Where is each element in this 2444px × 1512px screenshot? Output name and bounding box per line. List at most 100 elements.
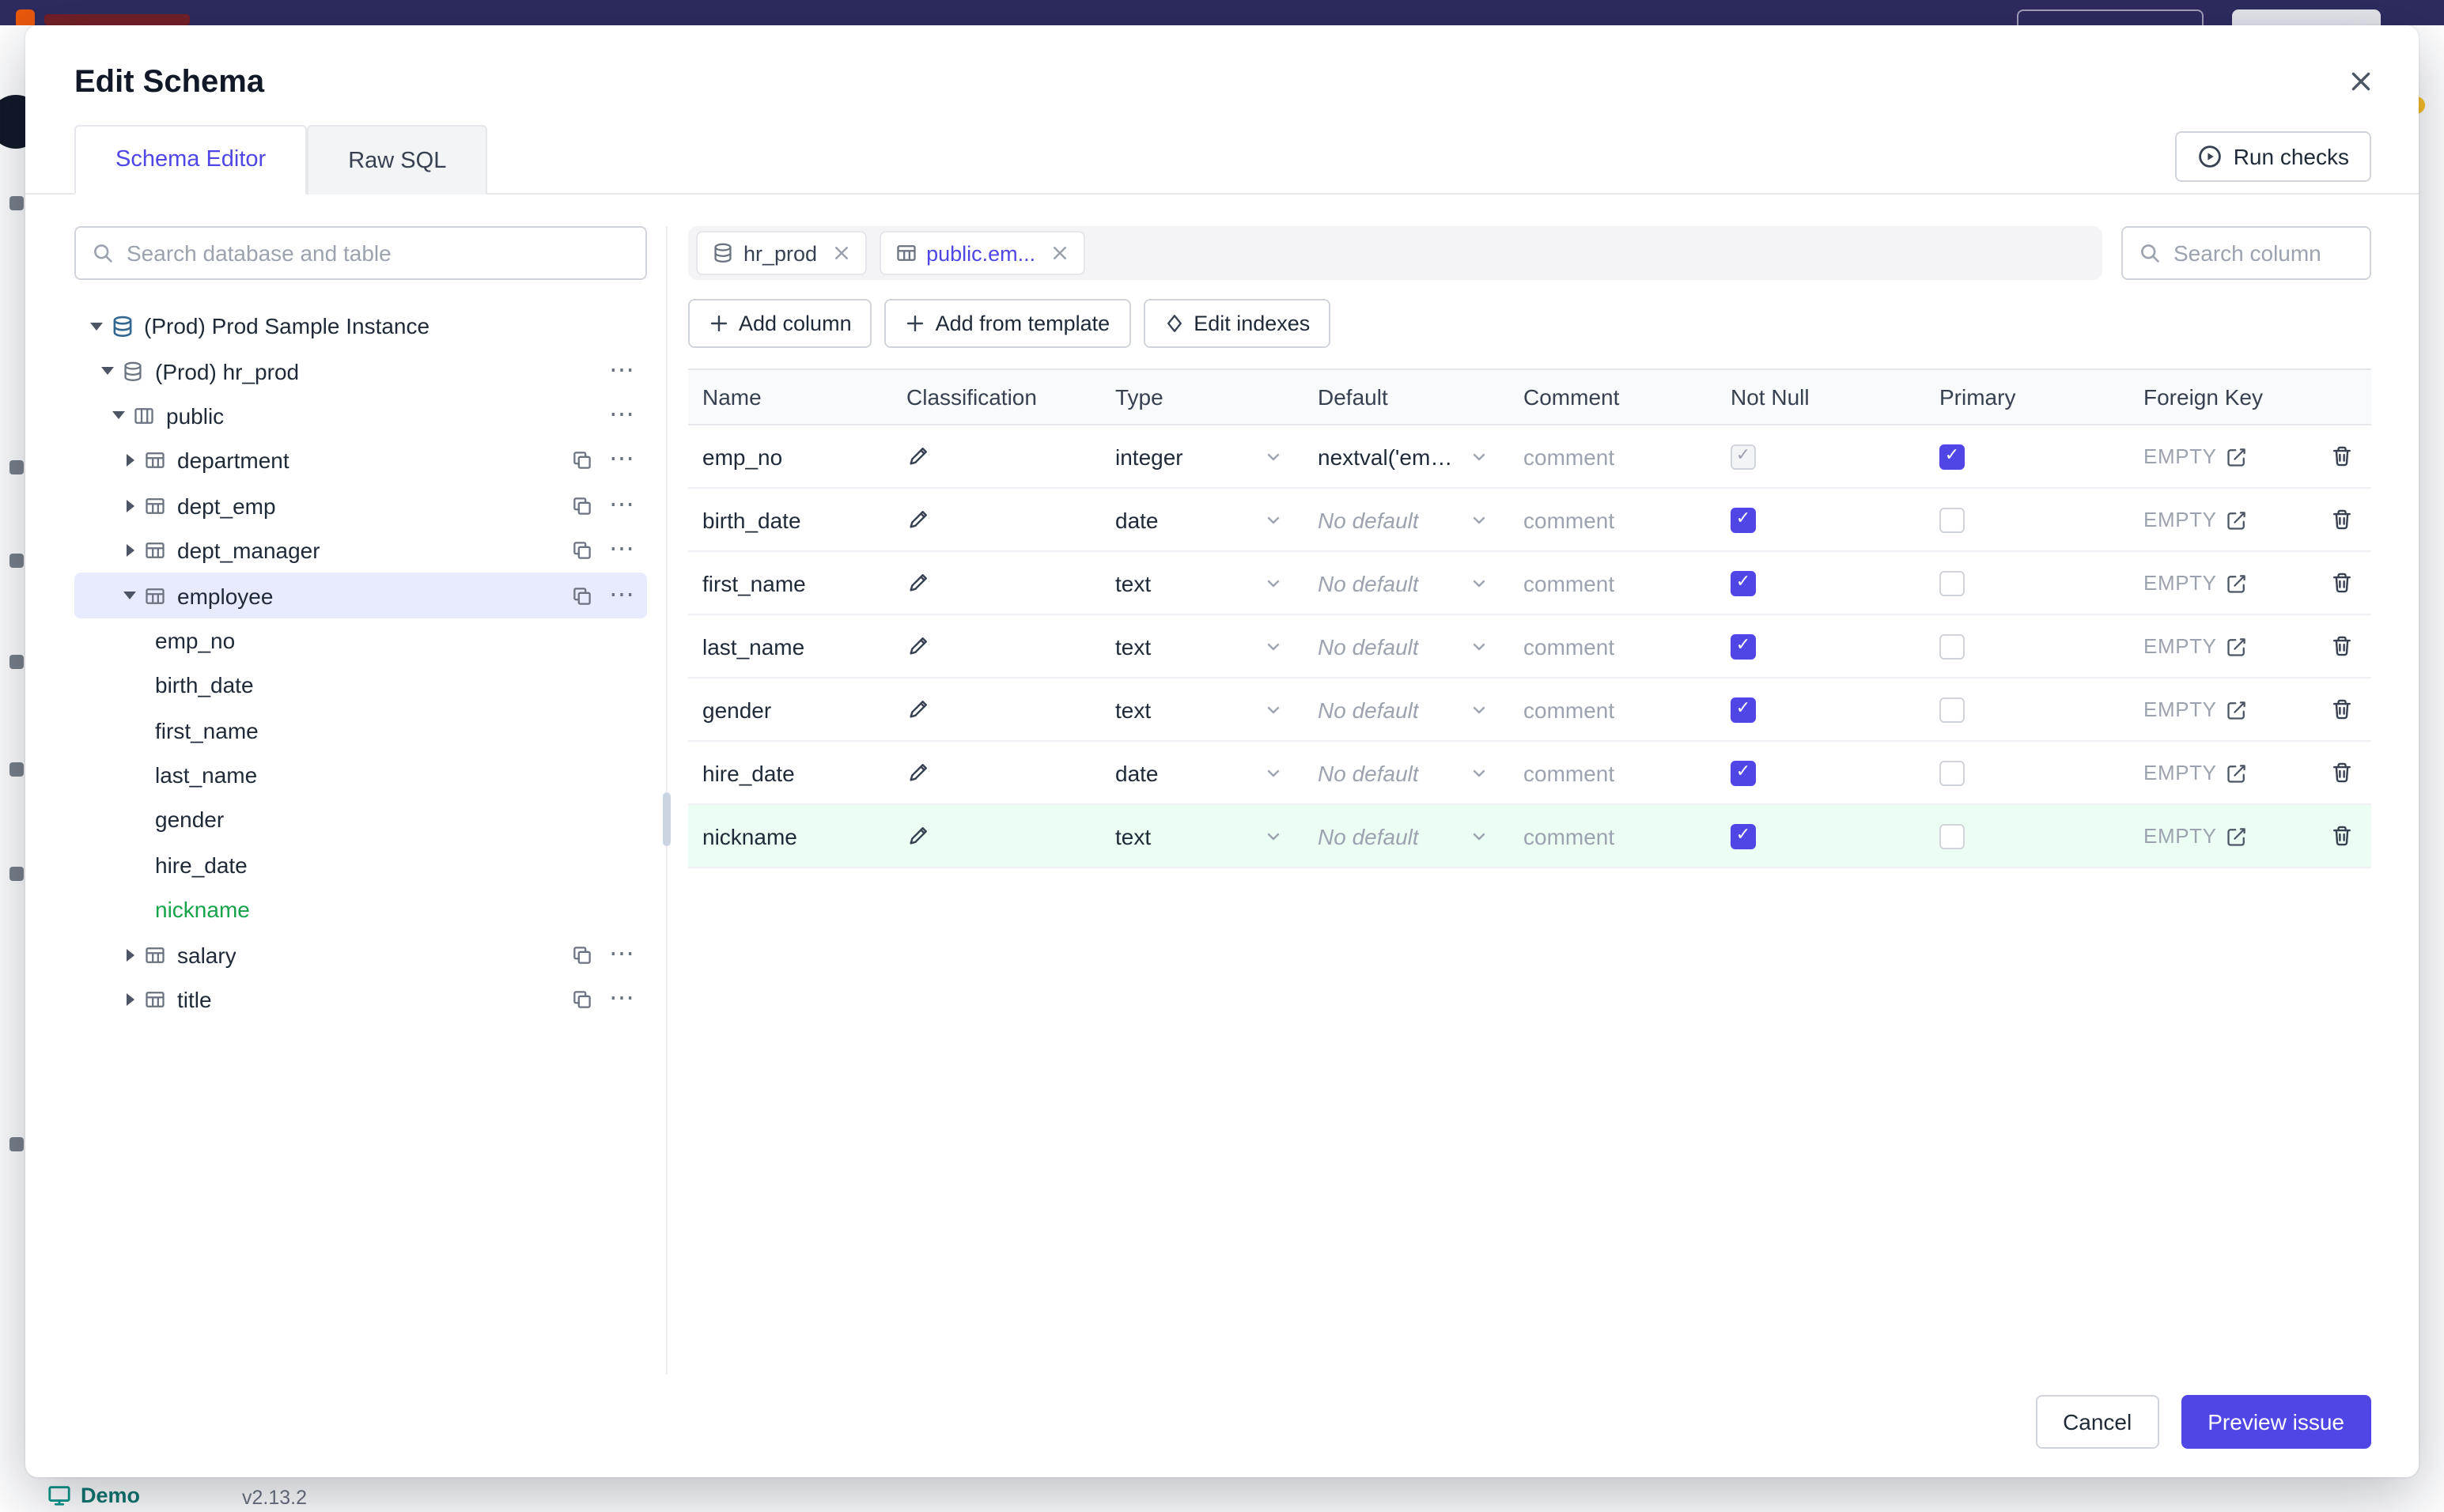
column-name-cell[interactable]: nickname [688,805,892,867]
classification-edit-icon[interactable] [906,634,930,658]
caret-icon[interactable] [117,583,142,608]
default-select[interactable]: No default [1303,679,1509,740]
tree-item[interactable]: title ⋯ [74,977,647,1022]
caret-icon[interactable] [117,538,142,563]
run-checks-button[interactable]: Run checks [2174,131,2371,182]
preview-issue-button[interactable]: Preview issue [2181,1395,2371,1449]
default-select[interactable]: No default [1303,615,1509,677]
caret-icon[interactable] [117,942,142,967]
add-from-template-button[interactable]: Add from template [884,299,1131,348]
column-search[interactable] [2121,226,2371,280]
tree-item[interactable]: last_name ⋯ [74,753,647,798]
not-null-checkbox[interactable] [1731,633,1756,659]
trash-icon[interactable] [2330,824,2354,848]
column-name-cell[interactable]: birth_date [688,489,892,550]
primary-checkbox[interactable] [1939,633,1965,659]
default-select[interactable]: No default [1303,742,1509,803]
edit-foreign-key-icon[interactable] [2226,635,2249,657]
column-name-cell[interactable]: hire_date [688,742,892,803]
more-icon[interactable]: ⋯ [609,357,636,383]
column-name-cell[interactable]: last_name [688,615,892,677]
primary-checkbox[interactable] [1939,444,1965,469]
edit-foreign-key-icon[interactable] [2226,825,2249,847]
copy-icon[interactable] [571,450,593,472]
column-name-cell[interactable]: emp_no [688,425,892,487]
column-search-input[interactable] [2173,240,2354,266]
classification-edit-icon[interactable] [906,571,930,595]
tree-item[interactable]: nickname ⋯ [74,887,647,932]
primary-checkbox[interactable] [1939,507,1965,532]
tree-item[interactable]: gender ⋯ [74,798,647,843]
column-name-cell[interactable]: gender [688,679,892,740]
edit-indexes-button[interactable]: Edit indexes [1143,299,1331,348]
tab-schema-editor[interactable]: Schema Editor [74,125,308,195]
tree-search-input[interactable] [127,240,630,266]
caret-icon[interactable] [106,403,131,429]
edit-foreign-key-icon[interactable] [2226,698,2249,720]
classification-edit-icon[interactable] [906,508,930,531]
default-select[interactable]: No default [1303,489,1509,550]
caret-icon[interactable] [117,493,142,519]
close-tab-icon[interactable] [1050,244,1069,263]
comment-input[interactable]: comment [1509,615,1716,677]
tree-item[interactable]: salary ⋯ [74,932,647,977]
tree-item[interactable]: first_name ⋯ [74,708,647,753]
caret-icon[interactable] [84,313,109,338]
copy-icon[interactable] [571,943,593,966]
trash-icon[interactable] [2330,571,2354,595]
type-select[interactable]: text [1101,679,1303,740]
comment-input[interactable]: comment [1509,679,1716,740]
more-icon[interactable]: ⋯ [609,403,636,428]
tree-item[interactable]: department ⋯ [74,438,647,483]
caret-icon[interactable] [117,987,142,1012]
cancel-button[interactable]: Cancel [2036,1395,2159,1449]
tab-raw-sql[interactable]: Raw SQL [307,125,488,195]
edit-foreign-key-icon[interactable] [2226,508,2249,531]
type-select[interactable]: text [1101,805,1303,867]
comment-input[interactable]: comment [1509,489,1716,550]
comment-input[interactable]: comment [1509,805,1716,867]
edit-foreign-key-icon[interactable] [2226,572,2249,594]
tree-item[interactable]: dept_manager ⋯ [74,528,647,573]
more-icon[interactable]: ⋯ [609,941,636,966]
type-select[interactable]: text [1101,552,1303,614]
type-select[interactable]: text [1101,615,1303,677]
tree-item[interactable]: employee ⋯ [74,573,647,618]
primary-checkbox[interactable] [1939,697,1965,722]
not-null-checkbox[interactable] [1731,823,1756,849]
tree-item[interactable]: birth_date ⋯ [74,663,647,708]
comment-input[interactable]: comment [1509,742,1716,803]
default-select[interactable]: nextval('employ [1303,425,1509,487]
caret-icon[interactable] [117,448,142,474]
not-null-checkbox[interactable] [1731,570,1756,595]
type-select[interactable]: date [1101,742,1303,803]
more-icon[interactable]: ⋯ [609,582,636,607]
more-icon[interactable]: ⋯ [609,493,636,518]
default-select[interactable]: No default [1303,805,1509,867]
trash-icon[interactable] [2330,444,2354,468]
comment-input[interactable]: comment [1509,552,1716,614]
classification-edit-icon[interactable] [906,444,930,468]
tree-search[interactable] [74,226,647,280]
more-icon[interactable]: ⋯ [609,448,636,473]
classification-edit-icon[interactable] [906,824,930,848]
tree-item[interactable]: hire_date ⋯ [74,842,647,887]
copy-icon[interactable] [571,988,593,1011]
primary-checkbox[interactable] [1939,823,1965,849]
not-null-checkbox[interactable] [1731,697,1756,722]
primary-checkbox[interactable] [1939,760,1965,785]
more-icon[interactable]: ⋯ [609,986,636,1011]
tab-chip-database[interactable]: hr_prod [696,231,867,275]
primary-checkbox[interactable] [1939,570,1965,595]
more-icon[interactable]: ⋯ [609,537,636,562]
trash-icon[interactable] [2330,508,2354,531]
trash-icon[interactable] [2330,634,2354,658]
copy-icon[interactable] [571,584,593,607]
trash-icon[interactable] [2330,697,2354,721]
add-column-button[interactable]: Add column [688,299,872,348]
edit-foreign-key-icon[interactable] [2226,445,2249,467]
tree-item[interactable]: dept_emp ⋯ [74,483,647,528]
edit-foreign-key-icon[interactable] [2226,762,2249,784]
tree-item[interactable]: public ⋯ [74,394,647,439]
classification-edit-icon[interactable] [906,697,930,721]
